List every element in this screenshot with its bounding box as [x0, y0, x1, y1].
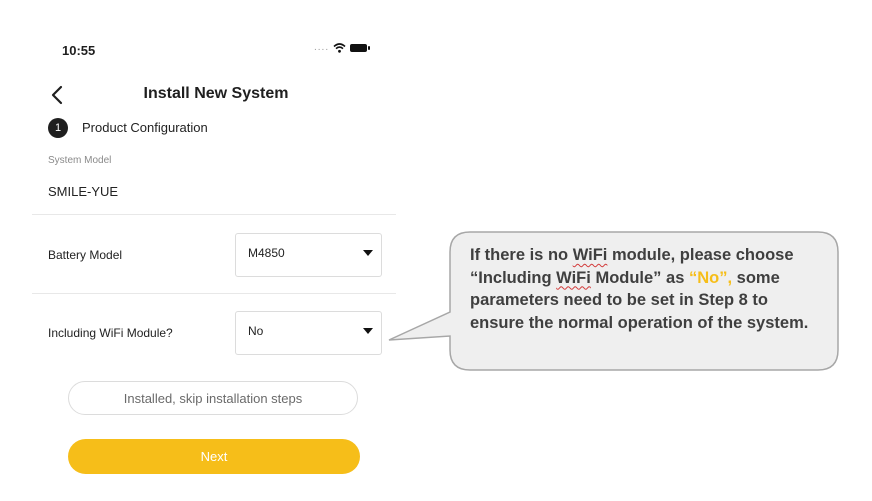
wifi-icon: [333, 42, 346, 53]
signal-dots: ....: [314, 42, 330, 53]
battery-model-value: M4850: [248, 246, 285, 260]
status-time: 10:55: [62, 43, 96, 58]
page-title: Install New System: [143, 85, 289, 102]
wifi-module-value: No: [248, 324, 264, 338]
system-model-label: System Model: [48, 155, 112, 166]
callout-highlight: “No”,: [688, 268, 733, 287]
step-label: Product Configuration: [82, 120, 208, 135]
skip-installation-button[interactable]: Installed, skip installation steps: [68, 381, 358, 415]
battery-model-select[interactable]: M4850: [235, 233, 382, 277]
chevron-left-icon: [51, 85, 63, 105]
battery-icon: [350, 43, 371, 52]
step-number-badge: 1: [48, 118, 68, 138]
caret-down-icon: [363, 250, 373, 256]
wifi-module-label: Including WiFi Module?: [48, 326, 173, 340]
caret-down-icon: [363, 328, 373, 334]
system-model-value: SMILE-YUE: [48, 184, 119, 199]
battery-model-label: Battery Model: [48, 248, 123, 262]
status-icons: ....: [314, 42, 371, 53]
divider: [32, 293, 396, 294]
next-button[interactable]: Next: [68, 439, 360, 474]
callout-text-part: WiFi: [556, 268, 591, 287]
callout-text-part: WiFi: [572, 246, 608, 264]
divider: [32, 214, 396, 215]
callout-text-part: If there is no: [470, 246, 573, 264]
callout-text-part: Module” as: [590, 268, 689, 287]
callout-text: If there is no WiFi module, please choos…: [470, 244, 826, 334]
wifi-module-select[interactable]: No: [235, 311, 382, 355]
back-button[interactable]: [46, 83, 70, 107]
